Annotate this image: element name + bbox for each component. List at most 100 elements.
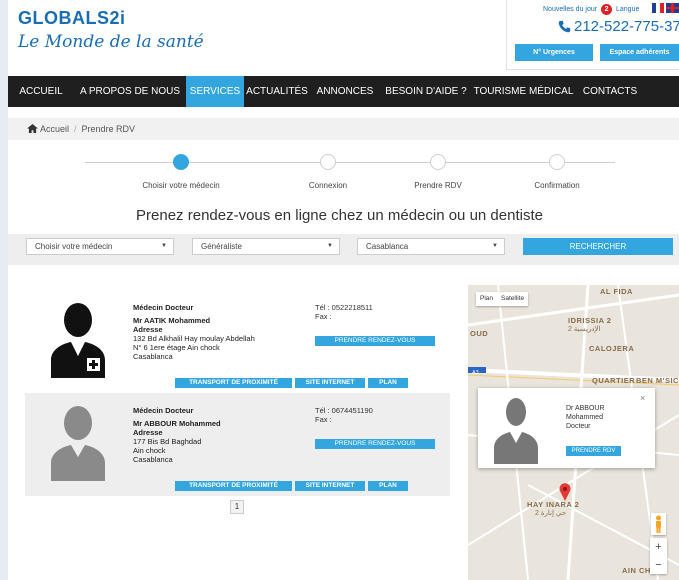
- step-dot-3: [430, 154, 446, 170]
- address-line: Casablanca: [133, 455, 173, 464]
- flag-fr-icon[interactable]: [652, 3, 664, 13]
- left-edge: [0, 0, 8, 580]
- transport-button[interactable]: TRANSPORT DE PROXIMITÉ: [175, 378, 292, 388]
- doctor-role: Médecin Docteur: [133, 303, 194, 312]
- urgences-button[interactable]: N° Urgences: [515, 44, 593, 61]
- close-icon[interactable]: ×: [640, 393, 645, 403]
- map-label: HAY INARA 2: [527, 500, 580, 509]
- address-label: Adresse: [133, 325, 163, 334]
- popup-title: Dr ABBOUR: [566, 405, 605, 412]
- language-flags[interactable]: [652, 3, 679, 13]
- language-label[interactable]: Langue: [616, 6, 639, 13]
- nav-item-besoin-aide[interactable]: BESOIN D'AIDE ?: [380, 76, 472, 107]
- address-label: Adresse: [133, 428, 163, 437]
- home-icon[interactable]: [27, 124, 38, 133]
- nav-item-accueil[interactable]: ACCUEIL: [8, 76, 74, 107]
- nav-item-contacts[interactable]: CONTACTS: [575, 76, 645, 107]
- specialty-select[interactable]: Généraliste ▼: [192, 238, 340, 255]
- doctor-contact: Tél : 0674451190 Fax :: [315, 406, 373, 424]
- news-bar[interactable]: Nouvelles du jour 2 Langue: [543, 4, 639, 15]
- chevron-down-icon: ▼: [492, 243, 498, 249]
- book-appointment-button[interactable]: PRENDRE RENDEZ-VOUS: [315, 439, 435, 449]
- nav-item-actualites[interactable]: ACTUALITÉS: [244, 76, 310, 107]
- book-appointment-button[interactable]: PRENDRE RENDEZ-VOUS: [315, 336, 435, 346]
- city-select[interactable]: Casablanca ▼: [357, 238, 505, 255]
- brand-name[interactable]: GLOBALS2i: [18, 8, 126, 29]
- address-line: 177 Bis Bd Baghdad: [133, 437, 202, 446]
- nav-item-tourisme-medical[interactable]: TOURISME MÉDICAL: [472, 76, 575, 107]
- breadcrumb-current: Prendre RDV: [81, 124, 136, 134]
- map-label: OUD: [470, 329, 489, 338]
- popup-book-button[interactable]: PRENDRE RDV: [566, 446, 621, 456]
- address-line: 132 Bd Alkhalil Hay moulay Abdellah: [133, 334, 255, 343]
- doctor-select[interactable]: Choisir votre médecin ▼: [26, 238, 174, 255]
- address-line: Casablanca: [133, 352, 173, 361]
- transport-button[interactable]: TRANSPORT DE PROXIMITÉ: [175, 481, 292, 491]
- map-tab-satellite[interactable]: Satellite: [497, 292, 528, 306]
- doctor-fax: Fax :: [315, 415, 332, 424]
- map-label: حي إنارة 2: [535, 510, 567, 517]
- nav-item-annonces[interactable]: ANNONCES: [310, 76, 380, 107]
- map-type-tabs: Plan Satellite: [476, 292, 529, 306]
- map-label: IDRISSIA 2: [568, 316, 612, 325]
- popup-role: Docteur: [566, 423, 591, 430]
- breadcrumb: Accueil / Prendre RDV: [8, 118, 679, 140]
- map-label: QUARTIER: [592, 376, 636, 385]
- popup-name: Mohammed: [566, 414, 603, 421]
- doctor-avatar-icon: [51, 406, 105, 481]
- map-label: AL FIDA: [600, 287, 633, 296]
- map-plan-button[interactable]: PLAN: [368, 378, 408, 388]
- step-label-2: Connexion: [308, 181, 348, 190]
- doctor-card: Médecin Docteur Mr ABBOUR Mohammed Adres…: [25, 393, 450, 496]
- address-line: N° 6 1ere étage Ain chock: [133, 343, 220, 352]
- doctor-info: Médecin Docteur Mr AATIK Mohammed Adress…: [133, 303, 255, 361]
- street-view-icon[interactable]: [651, 513, 666, 535]
- flag-uk-icon[interactable]: [666, 3, 679, 13]
- doctor-name: Mr ABBOUR Mohammed: [133, 419, 221, 428]
- page-headline: Prenez rendez-vous en ligne chez un méde…: [136, 207, 543, 224]
- doctor-phone: Tél : 0674451190: [315, 406, 373, 415]
- news-count-badge: 2: [601, 4, 613, 15]
- phone-icon: [558, 20, 571, 33]
- main-nav: ACCUEIL A PROPOS DE NOUS SERVICES ACTUAL…: [8, 76, 679, 107]
- adherents-button[interactable]: Espace adhérents: [600, 44, 679, 61]
- zoom-out-button[interactable]: −: [650, 556, 667, 574]
- zoom-in-button[interactable]: +: [650, 538, 667, 556]
- chevron-down-icon: ▼: [327, 243, 333, 249]
- doctor-avatar-icon: [51, 303, 105, 378]
- map-plan-button[interactable]: PLAN: [368, 481, 408, 491]
- popup-doctor-info: Dr ABBOUR Mohammed Docteur: [566, 404, 605, 431]
- address-line: Ain chock: [133, 446, 166, 455]
- brand-tagline: Le Monde de la santé: [18, 32, 204, 52]
- nav-item-services[interactable]: SERVICES: [186, 76, 244, 107]
- phone-number: 212-522-775-377: [558, 18, 679, 35]
- search-button[interactable]: RECHERCHER: [523, 238, 673, 255]
- step-dot-1: [173, 154, 189, 170]
- step-dot-2: [320, 154, 336, 170]
- map-tab-plan[interactable]: Plan: [476, 292, 497, 306]
- doctor-select-value: Choisir votre médecin: [35, 242, 113, 251]
- phone-text: 212-522-775-377: [574, 18, 679, 35]
- stepper-line: [85, 162, 615, 163]
- doctor-avatar-icon: [494, 398, 538, 464]
- map-marker-icon[interactable]: [559, 483, 571, 501]
- step-dot-4: [549, 154, 565, 170]
- pagination-page[interactable]: 1: [230, 500, 244, 514]
- specialty-select-value: Généraliste: [201, 242, 242, 251]
- website-button[interactable]: SITE INTERNET: [295, 481, 365, 491]
- step-label-3: Prendre RDV: [414, 181, 462, 190]
- nav-item-a-propos[interactable]: A PROPOS DE NOUS: [74, 76, 186, 107]
- step-label-4: Confirmation: [534, 181, 580, 190]
- city-select-value: Casablanca: [366, 242, 409, 251]
- pegman-icon: [656, 515, 661, 533]
- map-label: الإدريسية 2: [568, 326, 601, 333]
- doctor-phone: Tél : 0522218511: [315, 303, 373, 312]
- map-zoom-control: + −: [650, 538, 667, 574]
- breadcrumb-home[interactable]: Accueil: [40, 124, 69, 134]
- news-label[interactable]: Nouvelles du jour: [543, 6, 597, 13]
- map-label: CALOJERA: [589, 344, 635, 353]
- step-label-1: Choisir votre médecin: [142, 181, 220, 190]
- doctor-card: Médecin Docteur Mr AATIK Mohammed Adress…: [25, 290, 450, 393]
- website-button[interactable]: SITE INTERNET: [295, 378, 365, 388]
- breadcrumb-separator: /: [74, 124, 77, 134]
